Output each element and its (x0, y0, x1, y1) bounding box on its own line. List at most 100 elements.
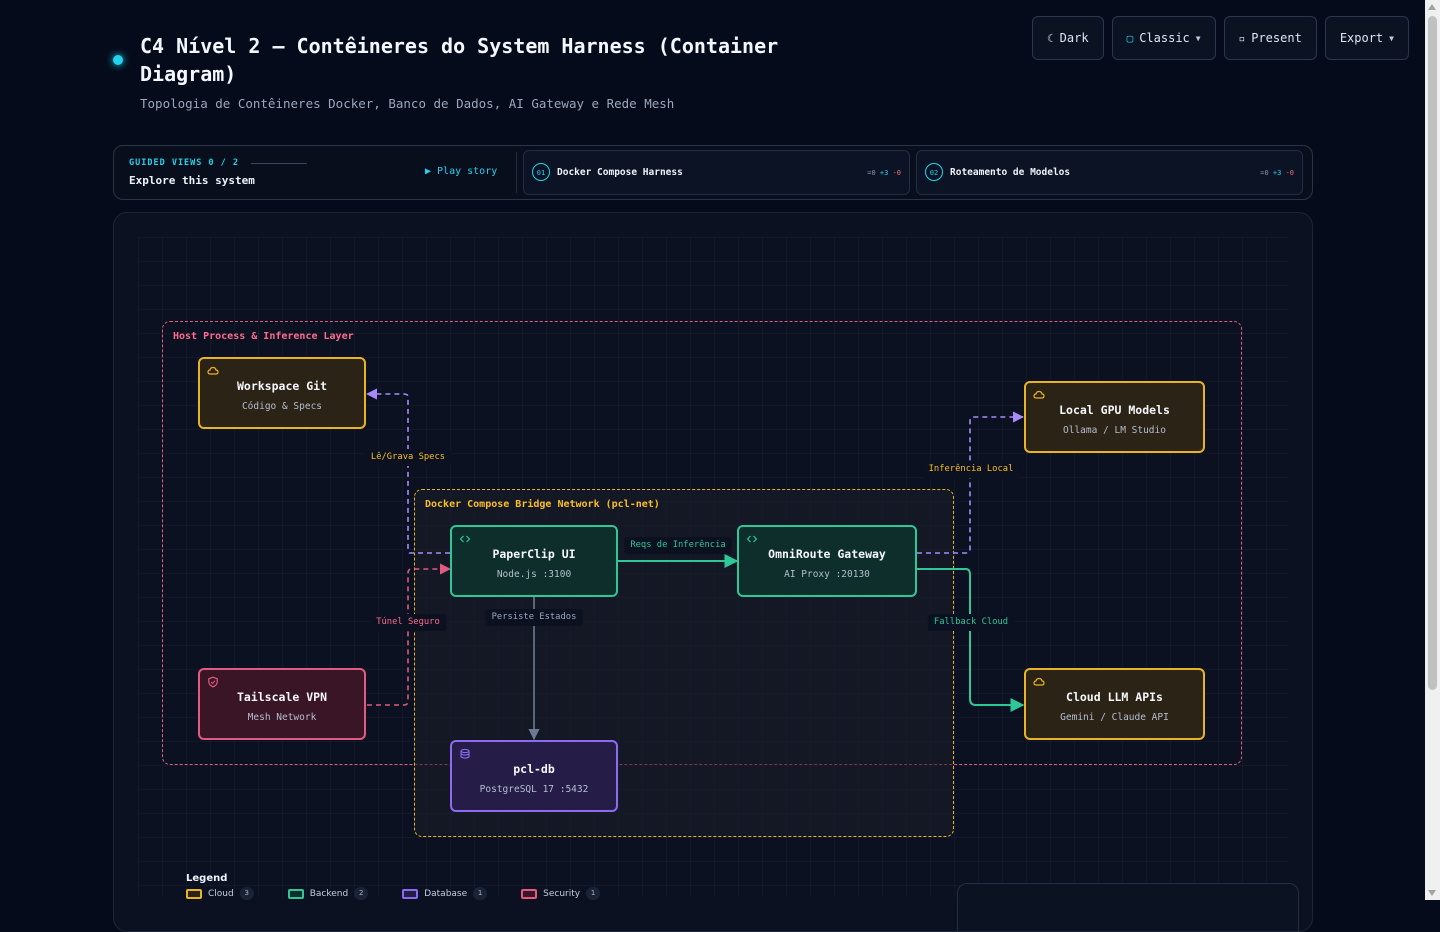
export-label: Export (1339, 31, 1384, 45)
edge-label-fallback-cloud: Fallback Cloud (927, 614, 1015, 631)
guided-views-title: GUIDED VIEWS (129, 158, 203, 168)
node-title: PaperClip UI (492, 547, 576, 561)
node-subtitle: Mesh Network (247, 712, 317, 723)
node-workspace-git[interactable]: Workspace Git Código & Specs (198, 357, 366, 429)
node-omniroute-gateway[interactable]: OmniRoute Gateway AI Proxy :20130 (737, 525, 917, 597)
view-number-badge: 01 (532, 163, 550, 181)
code-icon (459, 535, 471, 543)
diagram-canvas[interactable]: Host Process & Inference Layer Docker Co… (113, 212, 1313, 932)
node-title: Cloud LLM APIs (1066, 690, 1163, 704)
code-icon (746, 535, 758, 543)
legend-item-cloud[interactable]: Cloud 3 (186, 887, 254, 900)
export-dropdown-button[interactable]: Export ▼ (1324, 16, 1409, 60)
view-title: Roteamento de Modelos (950, 167, 1071, 178)
legend-label: Database (424, 888, 468, 899)
legend-item-backend[interactable]: Backend 2 (287, 887, 369, 900)
style-label: Classic (1139, 31, 1190, 45)
view-stats: =0 +3 -0 (867, 169, 901, 177)
legend: Legend Cloud 3 Backend 2 Database 1 Secu… (186, 873, 601, 900)
square-icon: ▢ (1126, 31, 1134, 45)
guided-views-panel: GUIDED VIEWS 0 / 2 Explore this system ▶… (113, 145, 1313, 200)
edge-read-write-specs (365, 388, 450, 554)
legend-items: Cloud 3 Backend 2 Database 1 Security 1 (186, 887, 601, 900)
node-subtitle: PostgreSQL 17 :5432 (479, 784, 589, 795)
theme-label: Dark (1059, 31, 1089, 45)
edge-label-inference-requests: Reqs de Inferência (624, 537, 732, 554)
node-subtitle: Gemini / Claude API (1060, 712, 1169, 723)
stat-unchanged: =0 (867, 169, 876, 177)
scrollbar-thumb[interactable] (1428, 16, 1437, 690)
stat-added: +3 (1272, 169, 1282, 177)
stat-unchanged: =0 (1260, 169, 1269, 177)
view-card-docker-compose[interactable]: 01 Docker Compose Harness =0 +3 -0 (523, 150, 910, 195)
legend-label: Cloud (208, 888, 234, 899)
diagram-edges (365, 388, 1025, 741)
node-title: OmniRoute Gateway (768, 547, 886, 561)
node-paperclip-ui[interactable]: PaperClip UI Node.js :3100 (450, 525, 618, 597)
node-title: Local GPU Models (1059, 403, 1170, 417)
theme-toggle-button[interactable]: ☾ Dark (1032, 16, 1104, 60)
node-pcl-db[interactable]: pcl-db PostgreSQL 17 :5432 (450, 740, 618, 812)
node-subtitle: AI Proxy :20130 (784, 569, 870, 580)
node-subtitle: Node.js :3100 (496, 569, 572, 580)
legend-swatch (521, 888, 538, 899)
edge-local-inference (917, 411, 1025, 554)
present-label: Present (1251, 31, 1302, 45)
node-cloud-llm-apis[interactable]: Cloud LLM APIs Gemini / Claude API (1024, 668, 1205, 740)
progress-track (251, 162, 308, 164)
guided-views-heading: GUIDED VIEWS 0 / 2 (129, 158, 308, 168)
legend-count: 1 (473, 887, 488, 900)
present-button[interactable]: ▫ Present (1223, 16, 1317, 60)
legend-swatch (287, 888, 304, 899)
view-card-roteamento[interactable]: 02 Roteamento de Modelos =0 +3 -0 (916, 150, 1303, 195)
stat-removed: -0 (892, 169, 901, 177)
edge-fallback-cloud (917, 568, 1025, 712)
shield-icon (208, 676, 218, 688)
page-subtitle: Topologia de Contêineres Docker, Banco d… (140, 96, 675, 111)
node-title: Tailscale VPN (236, 690, 327, 704)
node-tailscale-vpn[interactable]: Tailscale VPN Mesh Network (198, 668, 366, 740)
toolbar: ☾ Dark ▢ Classic ▼ ▫ Present Export ▼ (1032, 16, 1409, 60)
legend-title: Legend (186, 873, 228, 884)
edge-label-read-write-specs: Lê/Grava Specs (364, 449, 452, 466)
legend-item-database[interactable]: Database 1 (402, 887, 488, 900)
legend-count: 3 (239, 887, 254, 900)
node-local-gpu-models[interactable]: Local GPU Models Ollama / LM Studio (1024, 381, 1205, 453)
node-title: Workspace Git (236, 379, 327, 393)
style-dropdown-button[interactable]: ▢ Classic ▼ (1111, 16, 1216, 60)
node-title: pcl-db (513, 762, 555, 776)
title-status-dot (113, 55, 123, 65)
square-outline-icon: ▫ (1238, 31, 1246, 45)
guided-views-progress: 0 / 2 (208, 158, 240, 168)
cloud-icon (1033, 677, 1045, 686)
legend-count: 2 (354, 887, 369, 900)
page-scrollbar[interactable] (1425, 0, 1440, 900)
stat-added: +3 (879, 169, 889, 177)
scroll-down-arrow-icon[interactable] (1428, 890, 1436, 896)
view-number-badge: 02 (925, 163, 943, 181)
legend-label: Security (543, 888, 581, 899)
view-stats: =0 +3 -0 (1260, 169, 1294, 177)
minimap-panel[interactable] (957, 883, 1299, 931)
stat-removed: -0 (1285, 169, 1294, 177)
node-subtitle: Ollama / LM Studio (1063, 425, 1166, 436)
cloud-icon (1033, 390, 1045, 399)
edge-secure-tunnel (367, 563, 452, 706)
edge-label-persist-states: Persiste Estados (485, 609, 583, 626)
database-icon (460, 748, 470, 759)
scroll-up-arrow-icon[interactable] (1428, 4, 1436, 10)
legend-label: Backend (309, 888, 349, 899)
play-story-button[interactable]: ▶ Play story (425, 166, 497, 177)
page-title: C4 Nível 2 — Contêineres do System Harne… (140, 34, 779, 86)
view-title: Docker Compose Harness (557, 167, 683, 178)
node-subtitle: Código & Specs (241, 401, 323, 412)
edge-label-local-inference: Inferência Local (922, 461, 1020, 478)
chevron-down-icon: ▼ (1389, 33, 1394, 43)
legend-count: 1 (586, 887, 601, 900)
cloud-icon (207, 366, 219, 375)
divider (516, 152, 517, 193)
moon-icon: ☾ (1047, 31, 1054, 45)
edge-label-secure-tunnel: Túnel Seguro (370, 614, 446, 631)
legend-swatch (186, 888, 202, 899)
legend-item-security[interactable]: Security 1 (521, 887, 601, 900)
